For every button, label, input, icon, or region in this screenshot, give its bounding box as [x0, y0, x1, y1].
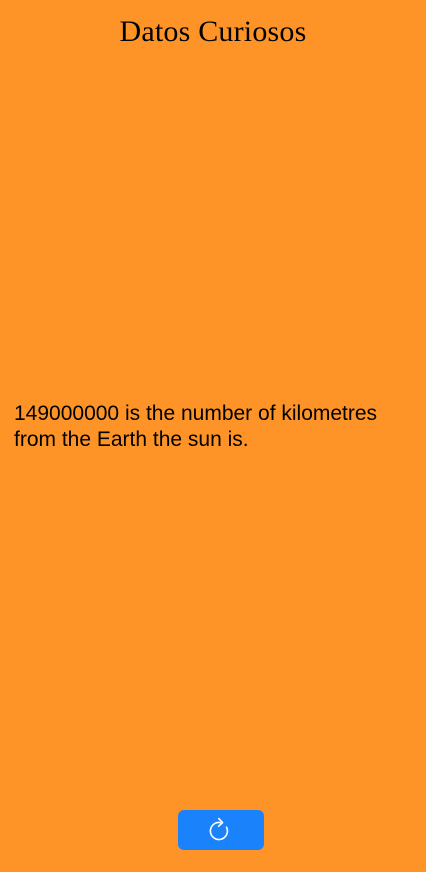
fact-text: 149000000 is the number of kilometres fr…: [14, 402, 378, 451]
refresh-icon: [207, 815, 235, 845]
page-title: Datos Curiosos: [119, 15, 307, 48]
refresh-button[interactable]: [178, 810, 264, 850]
